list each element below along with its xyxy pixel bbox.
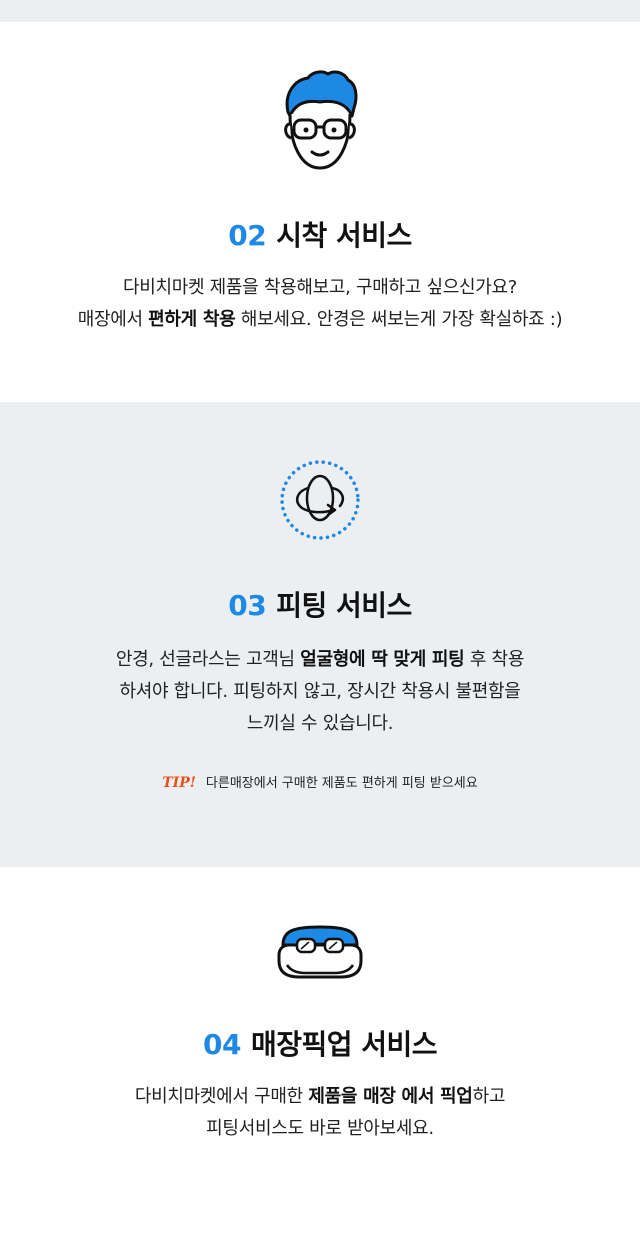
desc-highlight: 제품을 매장 에서 픽업	[308, 1086, 473, 1107]
desc-line: 느끼실 수 있습니다.	[246, 713, 394, 734]
desc-line: 다비치마켓에서 구매한 제품을 매장 에서 픽업하고	[0, 1081, 640, 1113]
desc-line: 다비치마켓 제품을 착용해보고, 구매하고 싶으신가요?	[122, 277, 518, 298]
section-description: 다비치마켓 제품을 착용해보고, 구매하고 싶으신가요? 매장에서 편하게 착용…	[0, 272, 640, 336]
section-fitting-service: 03 피팅 서비스 안경, 선글라스는 고객님 얼굴형에 딱 맞게 피팅 후 착용…	[0, 402, 640, 867]
section-title-text: 피팅 서비스	[276, 589, 412, 622]
section-description: 다비치마켓에서 구매한 제품을 매장 에서 픽업하고 피팅서비스도 바로 받아보…	[0, 1081, 640, 1145]
desc-highlight: 얼굴형에 딱 맞게 피팅	[300, 649, 465, 670]
section-title-text: 매장픽업 서비스	[250, 1028, 438, 1061]
desc-text: 후 착용	[464, 649, 525, 670]
section-store-pickup: 04 매장픽업 서비스 다비치마켓에서 구매한 제품을 매장 에서 픽업하고 피팅…	[0, 867, 640, 1235]
section-title-text: 시착 서비스	[276, 219, 412, 252]
person-glasses-icon	[0, 68, 640, 176]
tip-text: 다른매장에서 구매한 제품도 편하게 피팅 받으세요	[205, 776, 478, 791]
desc-highlight: 편하게 착용	[148, 309, 236, 330]
desc-text: 하고	[472, 1086, 506, 1107]
section-title: 02 시착 서비스	[0, 214, 640, 254]
desc-line: 안경, 선글라스는 고객님 얼굴형에 딱 맞게 피팅 후 착용	[0, 644, 640, 676]
desc-text: 매장에서	[77, 309, 149, 330]
desc-line: 매장에서 편하게 착용 해보세요. 안경은 써보는게 가장 확실하죠 :)	[0, 304, 640, 336]
desc-line: 하셔야 합니다. 피팅하지 않고, 장시간 착용시 불편함을	[119, 681, 521, 702]
section-number: 02	[228, 219, 267, 252]
section-number: 03	[228, 589, 267, 622]
top-strip	[0, 0, 640, 22]
section-description: 안경, 선글라스는 고객님 얼굴형에 딱 맞게 피팅 후 착용 하셔야 합니다.…	[0, 644, 640, 740]
desc-line: 피팅서비스도 바로 받아보세요.	[206, 1118, 434, 1139]
section-title: 03 피팅 서비스	[0, 584, 640, 624]
section-title: 04 매장픽업 서비스	[0, 1023, 640, 1063]
tip-label: TIP!	[162, 775, 196, 791]
section-fitting-trial: 02 시착 서비스 다비치마켓 제품을 착용해보고, 구매하고 싶으신가요? 매장…	[0, 22, 640, 402]
desc-text: 다비치마켓에서 구매한	[134, 1086, 309, 1107]
rotate-face-icon	[0, 458, 640, 542]
desc-text: 해보세요. 안경은 써보는게 가장 확실하죠 :)	[235, 309, 563, 330]
desc-text: 안경, 선글라스는 고객님	[115, 649, 301, 670]
glasses-case-icon	[0, 921, 640, 983]
section-number: 04	[202, 1028, 241, 1061]
tip-row: TIP! 다른매장에서 구매한 제품도 편하게 피팅 받으세요	[0, 772, 640, 791]
